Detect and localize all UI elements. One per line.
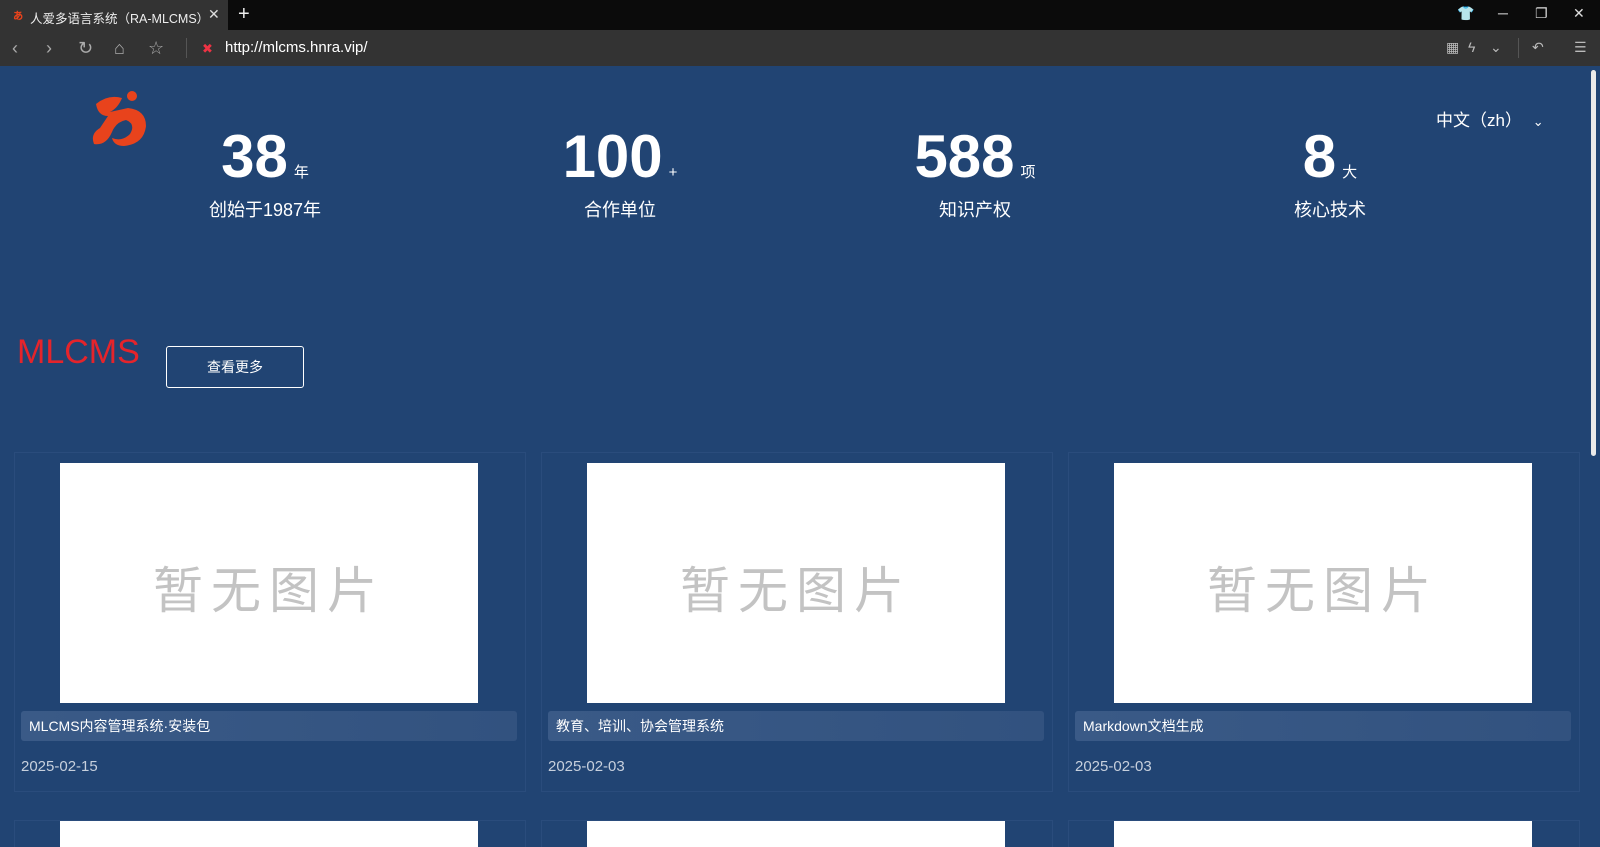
- stat-label: 知识产权: [939, 200, 1011, 220]
- close-window-icon[interactable]: ✕: [1573, 5, 1585, 22]
- card-image-placeholder[interactable]: 暂无图片: [587, 463, 1005, 703]
- tab-title: 人爱多语言系统（RA-MLCMS）: [30, 12, 210, 26]
- menu-icon[interactable]: ☰: [1574, 39, 1587, 56]
- no-image-text: 暂无图片: [680, 562, 912, 620]
- card-title[interactable]: 教育、培训、协会管理系统: [548, 711, 1044, 741]
- card-image-placeholder[interactable]: [60, 821, 478, 847]
- new-tab-icon[interactable]: +: [238, 3, 250, 26]
- product-card[interactable]: [1068, 820, 1580, 847]
- stat-number: 588: [914, 123, 1015, 190]
- stat-label: 核心技术: [1294, 200, 1366, 220]
- stat-number: 8: [1302, 123, 1337, 190]
- stat-label: 合作单位: [584, 200, 656, 220]
- card-image-placeholder[interactable]: 暂无图片: [60, 463, 478, 703]
- card-image-placeholder[interactable]: [1114, 821, 1532, 847]
- stat-number: 100: [562, 123, 663, 190]
- skin-icon[interactable]: 👕: [1457, 5, 1474, 22]
- chevron-down-icon[interactable]: ⌄: [1490, 39, 1502, 56]
- section-title: MLCMS: [17, 333, 140, 371]
- undo-icon[interactable]: ↶: [1532, 39, 1544, 56]
- reload-icon[interactable]: ↻: [78, 38, 93, 59]
- site-favicon-icon: ぁ: [12, 8, 25, 22]
- browser-tab[interactable]: ぁ 人爱多语言系统（RA-MLCMS） ✕: [0, 0, 228, 30]
- stat-unit: 大: [1342, 164, 1358, 181]
- card-image-placeholder[interactable]: 暂无图片: [1114, 463, 1532, 703]
- stat-core-tech: 8大 核心技术: [1180, 126, 1480, 222]
- language-selector[interactable]: 中文（zh） ⌄: [1436, 106, 1544, 131]
- qr-code-icon[interactable]: ▦: [1446, 39, 1459, 56]
- nav-divider: [1518, 38, 1519, 58]
- scrollbar-thumb[interactable]: [1591, 70, 1596, 456]
- address-bar[interactable]: http://mlcms.hnra.vip/: [225, 39, 368, 56]
- card-title[interactable]: MLCMS内容管理系统·安装包: [21, 711, 517, 741]
- back-icon[interactable]: ‹: [12, 38, 18, 59]
- no-image-text: 暂无图片: [1207, 562, 1439, 620]
- nav-divider: [186, 38, 187, 58]
- forward-icon[interactable]: ›: [46, 38, 52, 59]
- stat-ip: 588 项 知识产权: [825, 126, 1125, 222]
- product-card[interactable]: [14, 820, 526, 847]
- product-card[interactable]: 暂无图片 MLCMS内容管理系统·安装包 2025-02-15: [14, 452, 526, 792]
- no-image-text: 暂无图片: [153, 562, 385, 620]
- product-card[interactable]: [541, 820, 1053, 847]
- card-date: 2025-02-15: [21, 758, 98, 775]
- card-title[interactable]: Markdown文档生成: [1075, 711, 1571, 741]
- stat-unit: 年: [293, 164, 309, 181]
- close-tab-icon[interactable]: ✕: [208, 6, 220, 23]
- stat-label: 创始于1987年: [208, 200, 322, 220]
- restore-icon[interactable]: ❐: [1535, 5, 1548, 22]
- stat-unit: +: [668, 164, 678, 181]
- language-label: 中文（zh）: [1436, 111, 1522, 130]
- browser-nav-bar: ‹ › ↻ ⌂ ☆ ✖ http://mlcms.hnra.vip/ ▦ ϟ ⌄…: [0, 30, 1600, 66]
- lightning-icon[interactable]: ϟ: [1468, 39, 1475, 55]
- insecure-site-icon[interactable]: ✖: [202, 41, 213, 57]
- home-icon[interactable]: ⌂: [114, 38, 125, 59]
- view-more-button[interactable]: 查看更多: [166, 346, 304, 388]
- stat-number: 38: [221, 123, 288, 190]
- product-card[interactable]: 暂无图片 Markdown文档生成 2025-02-03: [1068, 452, 1580, 792]
- page-scrollbar[interactable]: [1588, 66, 1600, 846]
- stat-years: 38 年 创始于1987年: [115, 126, 415, 222]
- bookmark-star-icon[interactable]: ☆: [148, 38, 164, 59]
- stat-unit: 项: [1020, 164, 1036, 181]
- stat-partners: 100 + 合作单位: [470, 126, 770, 222]
- product-card[interactable]: 暂无图片 教育、培训、协会管理系统 2025-02-03: [541, 452, 1053, 792]
- minimize-icon[interactable]: ─: [1498, 5, 1508, 21]
- card-image-placeholder[interactable]: [587, 821, 1005, 847]
- browser-tab-bar: ぁ 人爱多语言系统（RA-MLCMS） ✕ + 👕 ─ ❐ ✕: [0, 0, 1600, 30]
- card-date: 2025-02-03: [548, 758, 625, 775]
- card-date: 2025-02-03: [1075, 758, 1152, 775]
- chevron-down-icon: ⌄: [1532, 114, 1544, 129]
